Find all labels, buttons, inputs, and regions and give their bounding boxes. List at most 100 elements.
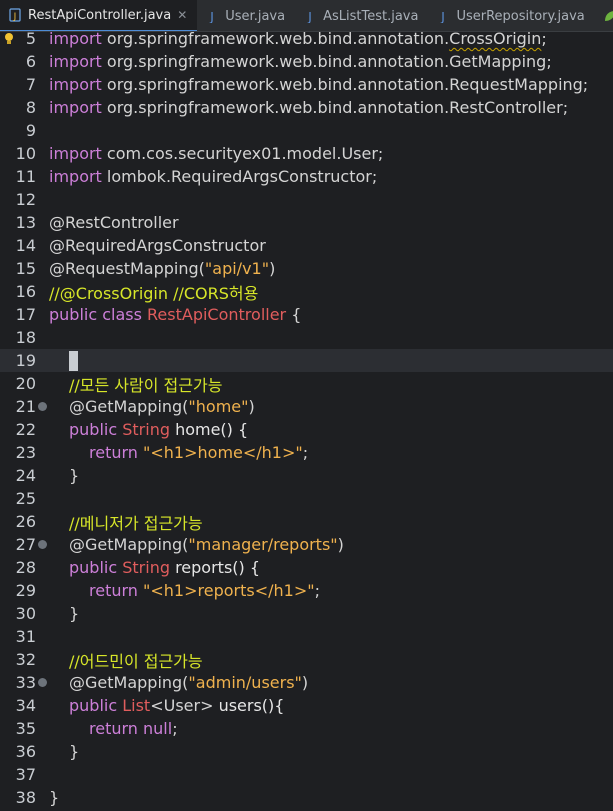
line-number: 16 <box>15 282 36 301</box>
java-file-icon: J <box>8 8 22 22</box>
svg-text:J: J <box>209 10 214 23</box>
code-text: @RequiredArgsConstructor <box>49 236 266 255</box>
code-line: 21 @GetMapping("home") <box>0 395 613 418</box>
code-line: 31 <box>0 625 613 648</box>
code-text: public class RestApiController { <box>49 305 302 324</box>
line-number: 23 <box>15 443 36 462</box>
line-number: 28 <box>15 558 36 577</box>
line-number: 27 <box>15 535 36 554</box>
code-line: 5 import org.springframework.web.bind.an… <box>0 27 613 50</box>
text-cursor <box>69 350 78 371</box>
code-line: 11 import lombok.RequiredArgsConstructor… <box>0 165 613 188</box>
code-line: 10 import com.cos.securityex01.model.Use… <box>0 142 613 165</box>
code-line: 17 public class RestApiController { <box>0 303 613 326</box>
code-text: @RequestMapping("api/v1") <box>49 259 276 278</box>
line-number: 37 <box>15 765 36 784</box>
code-line: 8 import org.springframework.web.bind.an… <box>0 96 613 119</box>
line-number: 35 <box>15 719 36 738</box>
code-line: 35 return null; <box>0 717 613 740</box>
line-number: 25 <box>15 489 36 508</box>
line-number: 21 <box>15 397 36 416</box>
line-number: 36 <box>15 742 36 761</box>
line-number: 24 <box>15 466 36 485</box>
fold-toggle-icon[interactable] <box>38 402 47 411</box>
code-line: 23 return "<h1>home</h1>"; <box>0 441 613 464</box>
code-text: import org.springframework.web.bind.anno… <box>49 52 552 71</box>
code-text: import org.springframework.web.bind.anno… <box>49 98 569 117</box>
line-number: 12 <box>15 190 36 209</box>
code-line: 16 //@CrossOrigin //CORS허용 <box>0 280 613 303</box>
svg-text:J: J <box>307 10 312 23</box>
code-comment: //@CrossOrigin //CORS허용 <box>49 283 259 303</box>
code-text: @GetMapping("home") <box>69 397 255 416</box>
code-line: 29 return "<h1>reports</h1>"; <box>0 579 613 602</box>
code-line: 6 import org.springframework.web.bind.an… <box>0 50 613 73</box>
line-number: 14 <box>15 236 36 255</box>
line-number: 22 <box>15 420 36 439</box>
code-line: 20 //모든 사람이 접근가능 <box>0 372 613 395</box>
code-text: @GetMapping("manager/reports") <box>69 535 344 554</box>
code-line: 18 <box>0 326 613 349</box>
code-line: 36 } <box>0 740 613 763</box>
code-line: 24 } <box>0 464 613 487</box>
line-number: 15 <box>15 259 36 278</box>
code-text: @GetMapping("admin/users") <box>69 673 309 692</box>
svg-text:J: J <box>441 10 446 23</box>
code-text: @RestController <box>49 213 179 232</box>
code-line: 32 //어드민이 접근가능 <box>0 648 613 671</box>
line-number: 7 <box>25 75 36 94</box>
spring-leaf-icon <box>603 9 613 23</box>
line-number: 10 <box>15 144 36 163</box>
code-line: 13 @RestController <box>0 211 613 234</box>
code-text: public List<User> users(){ <box>69 696 285 715</box>
line-number: 38 <box>15 788 36 807</box>
code-line: 25 <box>0 487 613 510</box>
java-file-icon: J <box>205 9 219 23</box>
tab-label: User.java <box>225 8 286 24</box>
line-number: 13 <box>15 213 36 232</box>
code-text: import org.springframework.web.bind.anno… <box>49 75 589 94</box>
line-number: 33 <box>15 673 36 692</box>
line-number: 32 <box>15 650 36 669</box>
line-number: 5 <box>25 29 36 48</box>
code-line: 22 public String home() { <box>0 418 613 441</box>
line-number: 8 <box>25 98 36 117</box>
code-text: } <box>69 742 80 761</box>
fold-toggle-icon[interactable] <box>38 540 47 549</box>
code-text: public String reports() { <box>69 558 261 577</box>
code-text: return "<h1>home</h1>"; <box>89 443 309 462</box>
code-line: 38 } <box>0 786 613 809</box>
line-number: 20 <box>15 374 36 393</box>
code-comment: //메니저가 접근가능 <box>69 513 203 533</box>
svg-text:J: J <box>13 12 17 22</box>
line-number: 29 <box>15 581 36 600</box>
code-line: 37 <box>0 763 613 786</box>
code-text: } <box>69 466 80 485</box>
line-number: 9 <box>25 121 36 140</box>
code-text: return "<h1>reports</h1>"; <box>89 581 320 600</box>
code-text: import lombok.RequiredArgsConstructor; <box>49 167 378 186</box>
code-line: 14 @RequiredArgsConstructor <box>0 234 613 257</box>
code-editor[interactable]: 5 import org.springframework.web.bind.an… <box>0 29 613 811</box>
code-text: public String home() { <box>69 420 249 439</box>
warning-squiggle: CrossOrigin <box>449 29 542 48</box>
code-line: 7 import org.springframework.web.bind.an… <box>0 73 613 96</box>
line-number: 17 <box>15 305 36 324</box>
code-text: } <box>49 788 60 807</box>
line-number: 11 <box>15 167 36 186</box>
code-comment: //어드민이 접근가능 <box>69 651 203 671</box>
tab-label: AsListTest.java <box>323 8 419 24</box>
line-number: 30 <box>15 604 36 623</box>
current-line: 19 <box>0 349 613 372</box>
code-text: } <box>69 604 80 623</box>
code-line: 34 public List<User> users(){ <box>0 694 613 717</box>
code-line: 33 @GetMapping("admin/users") <box>0 671 613 694</box>
code-line: 9 <box>0 119 613 142</box>
tab-label: UserRepository.java <box>456 8 585 24</box>
code-line: 26 //메니저가 접근가능 <box>0 510 613 533</box>
line-number: 26 <box>15 512 36 531</box>
code-line: 12 <box>0 188 613 211</box>
code-line: 28 public String reports() { <box>0 556 613 579</box>
fold-toggle-icon[interactable] <box>38 678 47 687</box>
close-icon[interactable]: ✕ <box>177 8 187 22</box>
